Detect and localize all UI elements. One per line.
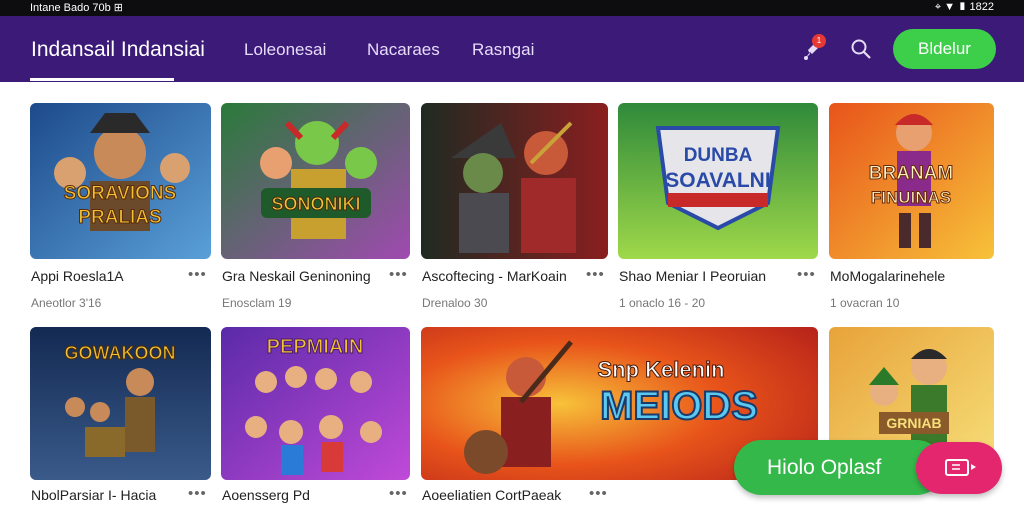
game-title: MoMogalarinehele: [830, 268, 946, 284]
svg-text:PRALIAS: PRALIAS: [78, 207, 161, 228]
game-thumbnail[interactable]: SORAVIONS PRALIAS: [30, 103, 211, 259]
app-bar: Indansail Indansiai Loleonesai Nacaraes …: [0, 16, 1024, 82]
game-thumbnail[interactable]: GOWAKOON: [30, 327, 211, 480]
svg-text:BRANAM: BRANAM: [869, 163, 953, 184]
game-subtitle: 1 ovacran 10: [830, 296, 900, 310]
game-thumbnail[interactable]: SONONIKI: [221, 103, 410, 259]
game-title: Ascoftecing - MarKoain: [422, 268, 567, 284]
status-left-text: Intane Bado 70b ⊞: [30, 2, 124, 14]
svg-text:FINUINAS: FINUINAS: [871, 188, 951, 207]
tab-2[interactable]: Nacaraes: [367, 40, 440, 60]
game-title: Aoensserg Pd: [222, 487, 310, 503]
svg-text:SORAVIONS: SORAVIONS: [64, 183, 177, 204]
status-right-icons: ⌖ ▼ ▮ 1822: [934, 1, 994, 13]
svg-text:GOWAKOON: GOWAKOON: [65, 343, 176, 363]
game-subtitle: Enosclam 19: [222, 296, 292, 310]
svg-text:MEIODS: MEIODS: [600, 384, 758, 428]
primary-action-button[interactable]: Bldelur: [893, 29, 996, 69]
video-icon[interactable]: [916, 442, 1002, 494]
game-title: Aoeeliatien CortPaeak: [422, 487, 562, 503]
svg-text:SOAVALNI: SOAVALNI: [665, 169, 770, 192]
game-title: NbolParsiar I- Hacia: [31, 487, 157, 503]
notification-badge: 1: [812, 34, 826, 48]
game-title: Appi Roesla1A: [31, 268, 124, 284]
tab-3[interactable]: Rasngai: [472, 40, 534, 60]
svg-text:Snp Kelenin: Snp Kelenin: [597, 357, 724, 382]
game-subtitle: Drenaloo 30: [422, 296, 488, 310]
more-options-icon[interactable]: •••: [797, 266, 816, 283]
more-options-icon[interactable]: •••: [389, 485, 408, 502]
game-thumbnail[interactable]: PEPMIAIN: [221, 327, 410, 480]
svg-text:PEPMIAIN: PEPMIAIN: [267, 336, 364, 358]
game-subtitle: 1 onaclo 16 - 20: [619, 296, 706, 310]
active-tab-indicator: [30, 78, 174, 81]
more-options-icon[interactable]: •••: [586, 266, 605, 283]
game-thumbnail[interactable]: BRANAM FINUINAS: [829, 103, 994, 259]
game-thumbnail[interactable]: [421, 103, 608, 259]
svg-text:SONONIKI: SONONIKI: [271, 194, 360, 214]
more-options-icon[interactable]: •••: [188, 485, 207, 502]
game-thumbnail[interactable]: DUNBA SOAVALNI: [618, 103, 818, 259]
game-title: Gra Neskail Geninoning: [222, 268, 371, 284]
fab-label: Hiolo Oplasf: [767, 456, 882, 479]
game-title: Shao Meniar I Peoruian: [619, 268, 767, 284]
more-options-icon[interactable]: •••: [589, 485, 608, 502]
more-options-icon[interactable]: •••: [389, 266, 408, 283]
more-options-icon[interactable]: •••: [188, 266, 207, 283]
search-icon[interactable]: [850, 38, 872, 60]
floating-action-button[interactable]: Hiolo Oplasf: [734, 440, 944, 495]
svg-text:GRNIAB: GRNIAB: [886, 415, 941, 431]
game-subtitle: Aneotlor 3'16: [31, 296, 102, 310]
tab-1[interactable]: Loleonesai: [244, 40, 326, 60]
svg-text:DUNBA: DUNBA: [684, 145, 753, 166]
status-bar: Intane Bado 70b ⊞ ⌖ ▼ ▮ 1822: [0, 0, 1024, 16]
app-title[interactable]: Indansail Indansiai: [31, 38, 205, 62]
